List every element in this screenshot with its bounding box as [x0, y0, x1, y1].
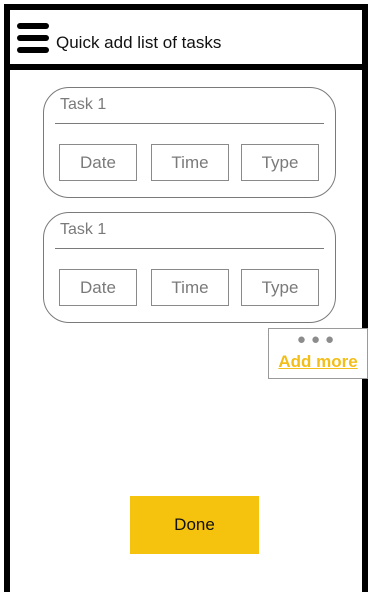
more-dots-icon: ●●●: [296, 331, 340, 348]
task-name-underline: [55, 123, 324, 124]
time-field[interactable]: Time: [151, 269, 229, 306]
phone-frame: Quick add list of tasks Task 1 Date Time…: [4, 4, 368, 592]
type-field[interactable]: Type: [241, 144, 319, 181]
task-name-underline: [55, 248, 324, 249]
date-field[interactable]: Date: [59, 269, 137, 306]
done-button[interactable]: Done: [130, 496, 259, 554]
time-field[interactable]: Time: [151, 144, 229, 181]
page-title: Quick add list of tasks: [56, 33, 222, 52]
add-more-button[interactable]: ●●● Add more: [268, 328, 368, 379]
date-field[interactable]: Date: [59, 144, 137, 181]
hamburger-menu-icon[interactable]: [17, 23, 49, 53]
add-more-label[interactable]: Add more: [269, 352, 367, 372]
type-field[interactable]: Type: [241, 269, 319, 306]
task-card: Task 1 Date Time Type: [43, 212, 336, 323]
task-name-input[interactable]: Task 1: [60, 221, 106, 239]
header-bar: Quick add list of tasks: [10, 10, 362, 70]
task-name-input[interactable]: Task 1: [60, 96, 106, 114]
task-card: Task 1 Date Time Type: [43, 87, 336, 198]
